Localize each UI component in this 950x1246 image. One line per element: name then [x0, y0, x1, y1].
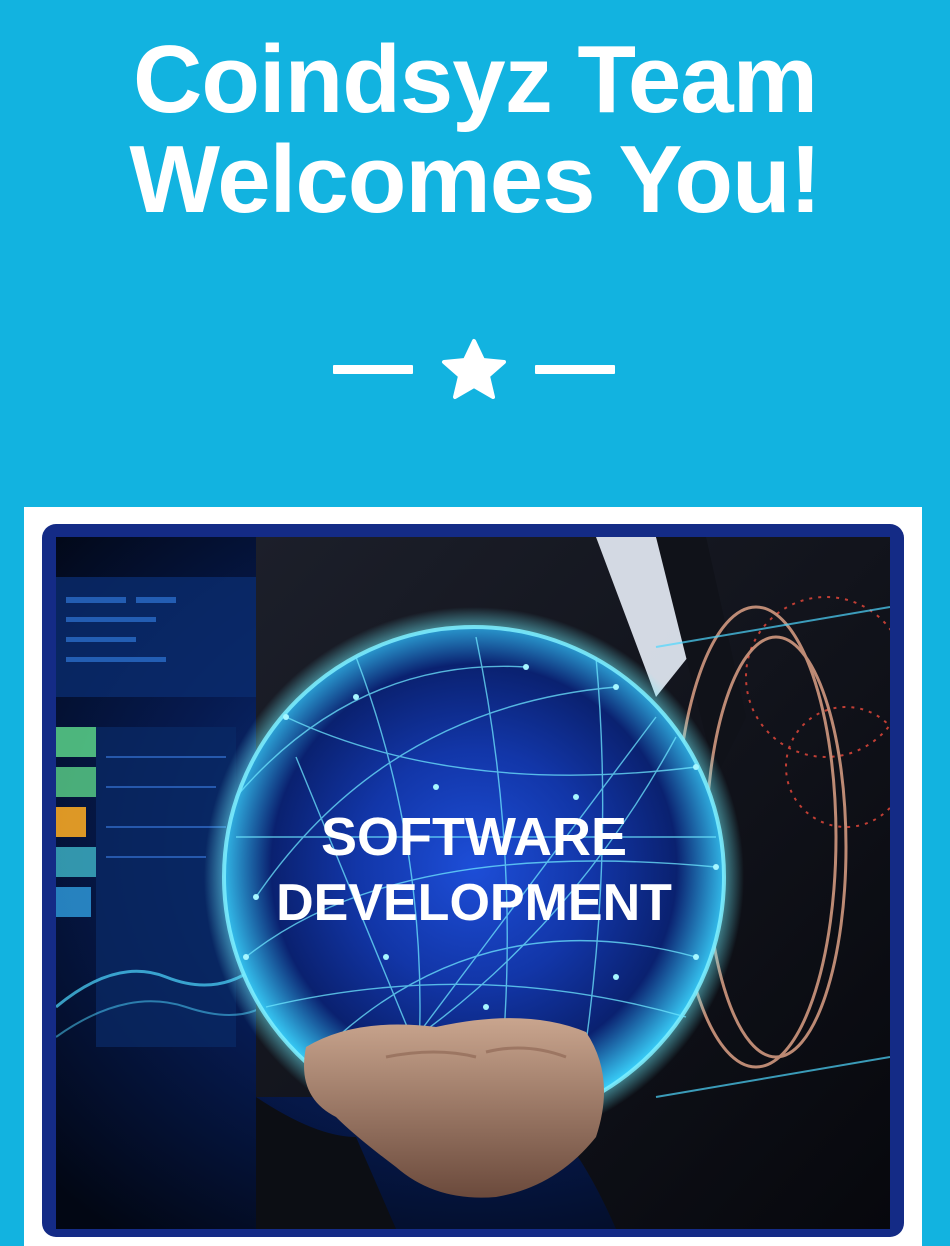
- divider-line-left: [333, 365, 413, 374]
- image-text-line-2: DEVELOPMENT: [276, 874, 672, 932]
- image-text-line-1: SOFTWARE: [321, 807, 627, 867]
- hero-image-frame: SOFTWARE DEVELOPMENT: [42, 524, 904, 1237]
- star-icon: [442, 339, 506, 399]
- divider-line-right: [535, 365, 615, 374]
- welcome-page: Coindsyz Team Welcomes You! SOFTWARE DEV…: [0, 0, 950, 1246]
- hero-image-card: SOFTWARE DEVELOPMENT: [24, 507, 922, 1246]
- heading-line-2: Welcomes You!: [129, 126, 821, 233]
- heading-line-1: Coindsyz Team: [132, 26, 818, 133]
- software-development-image: SOFTWARE DEVELOPMENT: [56, 537, 890, 1229]
- star-divider: [333, 338, 615, 402]
- welcome-heading: Coindsyz Team Welcomes You!: [0, 30, 950, 230]
